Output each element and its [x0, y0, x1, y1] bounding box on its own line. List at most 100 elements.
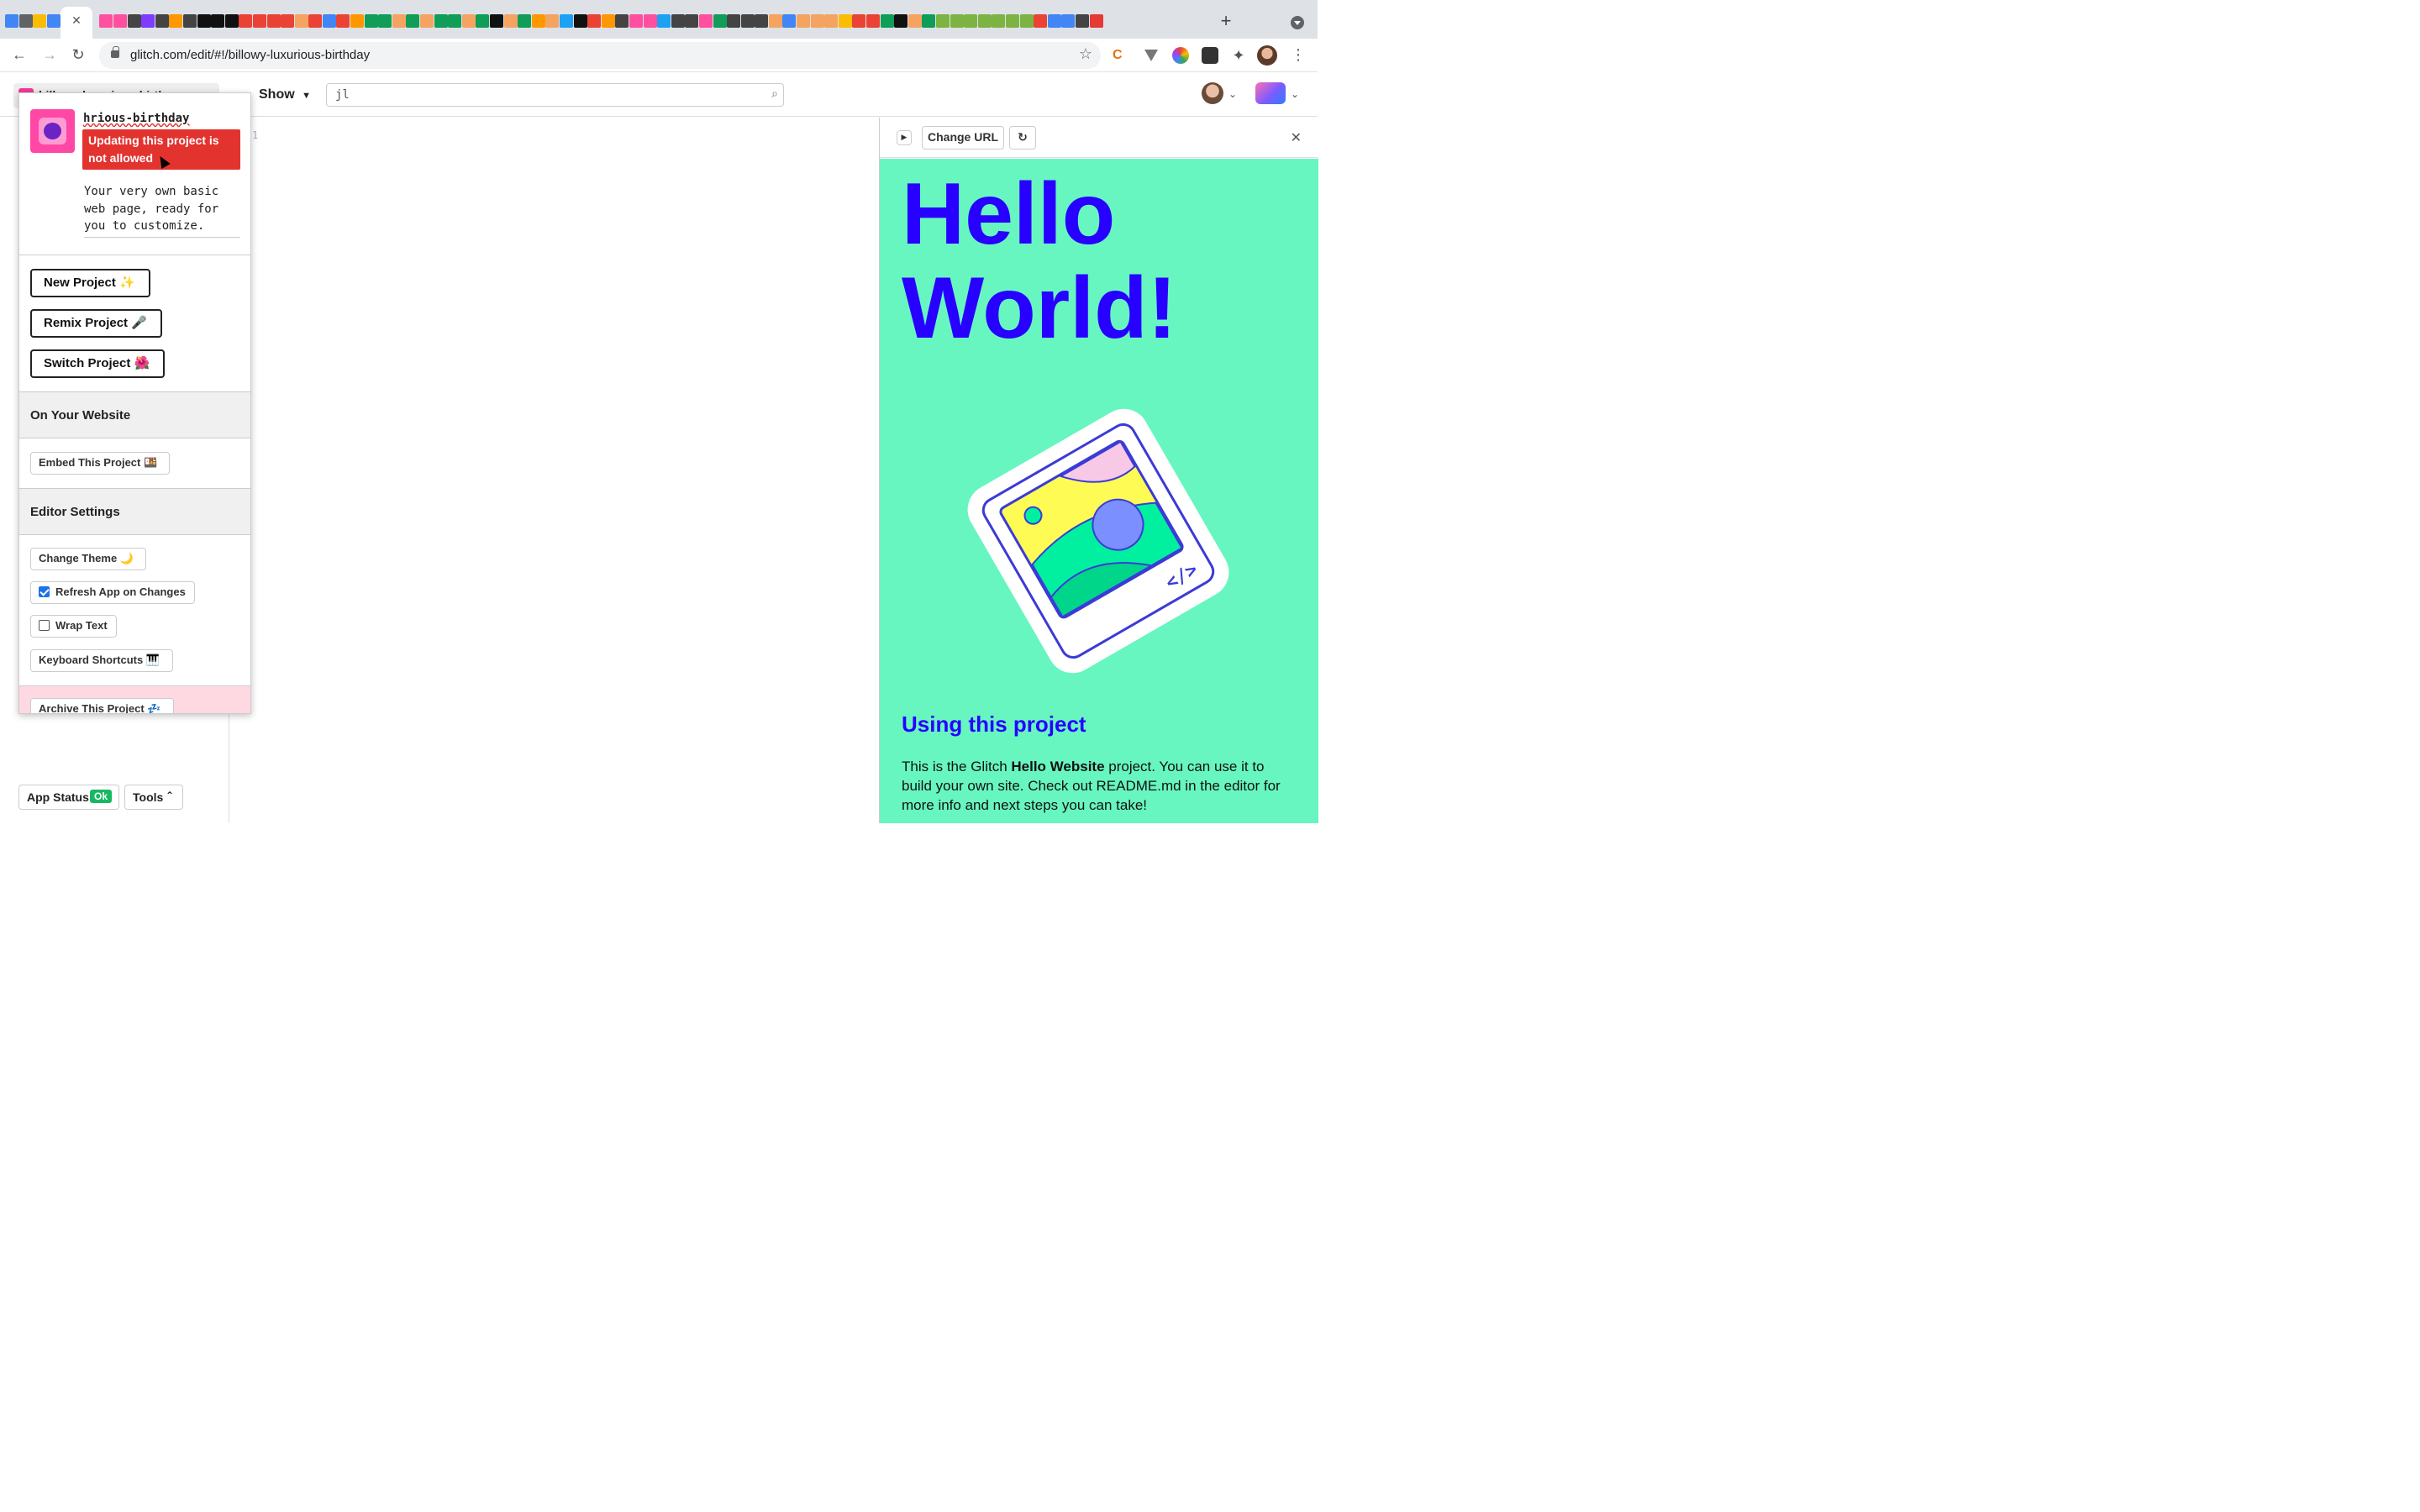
tab-favicon-icon[interactable] [182, 14, 197, 28]
tab-favicon-icon[interactable] [977, 14, 992, 28]
tab-favicon-icon[interactable] [922, 14, 936, 28]
tab-favicon-icon[interactable] [503, 14, 518, 28]
tab-favicon-icon[interactable] [531, 14, 545, 28]
tab-favicon-icon[interactable] [308, 14, 323, 28]
tab-favicon-icon[interactable] [629, 14, 643, 28]
tab-favicon-icon[interactable] [1075, 14, 1089, 28]
project-name-field[interactable]: hrious-birthday [83, 112, 189, 125]
tab-favicon-icon[interactable] [99, 14, 113, 28]
forward-arrow-icon[interactable]: → [40, 45, 59, 64]
address-bar[interactable]: glitch.com/edit/#!/billowy-luxurious-bir… [99, 42, 1101, 69]
tab-favicon-icon[interactable] [797, 14, 811, 28]
tab-favicon-icon[interactable] [239, 14, 253, 28]
extensions-puzzle-icon[interactable]: ✦ [1230, 47, 1247, 64]
tab-favicon-icon[interactable] [545, 14, 560, 28]
tab-favicon-icon[interactable] [740, 14, 755, 28]
tools-button[interactable]: Tools ⌃ [124, 785, 183, 810]
app-status-button[interactable]: App Status Ok [18, 785, 119, 810]
tab-favicon-icon[interactable] [155, 14, 169, 28]
tab-favicon-icon[interactable] [698, 14, 713, 28]
tab-favicon-icon[interactable] [643, 14, 657, 28]
wrap-text-checkbox[interactable] [39, 620, 50, 631]
tab-favicon-icon[interactable] [406, 14, 420, 28]
code-editor[interactable]: 1 [230, 118, 879, 823]
tab-favicon-icon[interactable] [169, 14, 183, 28]
tab-favicon-icon[interactable] [810, 14, 824, 28]
tab-favicon-icon[interactable] [992, 14, 1006, 28]
switch-project-button[interactable]: Switch Project 🌺 [30, 349, 165, 378]
extension-color-wheel-icon[interactable] [1172, 47, 1189, 64]
extension-v-icon[interactable] [1143, 47, 1160, 64]
tab-favicon-icon[interactable] [281, 14, 295, 28]
tab-favicon-icon[interactable] [601, 14, 615, 28]
tab-favicon-icon[interactable] [880, 14, 894, 28]
tab-favicon-icon[interactable] [866, 14, 881, 28]
tab-favicon-icon[interactable] [908, 14, 922, 28]
tab-close-icon[interactable]: ✕ [71, 14, 82, 26]
tab-favicon-icon[interactable] [1061, 14, 1076, 28]
tab-favicon-icon[interactable] [587, 14, 602, 28]
tab-favicon-icon[interactable] [713, 14, 727, 28]
tab-favicon-icon[interactable] [824, 14, 839, 28]
url-text[interactable]: glitch.com/edit/#!/billowy-luxurious-bir… [130, 48, 370, 62]
tab-favicon-icon[interactable] [1089, 14, 1103, 28]
tab-favicon-icon[interactable] [322, 14, 336, 28]
tab-search-icon[interactable] [1291, 16, 1304, 29]
tab-favicon-icon[interactable] [964, 14, 978, 28]
tab-favicon-icon[interactable] [197, 14, 211, 28]
refresh-preview-icon[interactable]: ↻ [1009, 126, 1036, 150]
tab-favicon-icon[interactable] [336, 14, 350, 28]
bookmark-star-icon[interactable]: ☆ [1079, 45, 1092, 63]
tab-favicon-icon[interactable] [434, 14, 448, 28]
wrap-text-toggle[interactable]: Wrap Text [30, 615, 117, 638]
tab-favicon-icon[interactable] [490, 14, 503, 28]
embed-project-button[interactable]: Embed This Project 🍱 [30, 452, 170, 475]
user-menu-chevron-icon[interactable]: ⌄ [1228, 88, 1237, 100]
tab-favicon-icon[interactable] [127, 14, 141, 28]
tab-favicon-icon[interactable] [755, 14, 769, 28]
close-preview-icon[interactable]: ✕ [1291, 129, 1302, 146]
tab-favicon-icon[interactable] [294, 14, 308, 28]
search-icon[interactable]: ⌕ [771, 87, 778, 101]
new-tab-icon[interactable]: + [1218, 12, 1234, 30]
back-arrow-icon[interactable]: ← [10, 45, 29, 64]
tab-favicon-icon[interactable] [852, 14, 866, 28]
project-avatar-image[interactable] [30, 109, 75, 153]
tab-favicon-icon[interactable] [1005, 14, 1019, 28]
tab-favicon-icon[interactable] [559, 14, 573, 28]
tab-favicon-icon[interactable] [461, 14, 476, 28]
tab-favicon-icon[interactable] [1034, 14, 1048, 28]
browser-menu-icon[interactable]: ⋮ [1291, 45, 1306, 64]
extension-dark-c-icon[interactable] [1202, 47, 1218, 64]
archive-project-button[interactable]: Archive This Project 💤 [30, 698, 174, 713]
tab-favicon-icon[interactable] [1019, 14, 1034, 28]
tab-favicon-icon[interactable] [671, 14, 685, 28]
tab-favicon-icon[interactable] [894, 14, 908, 28]
tab-favicon-icon[interactable] [615, 14, 629, 28]
search-input[interactable] [335, 87, 739, 102]
tab-favicon-icon[interactable] [113, 14, 127, 28]
team-menu-chevron-icon[interactable]: ⌄ [1291, 88, 1299, 100]
tab-favicon-icon[interactable] [727, 14, 741, 28]
tab-favicon-icon[interactable] [518, 14, 532, 28]
browser-profile-avatar[interactable] [1257, 45, 1277, 66]
new-project-button[interactable]: New Project ✨ [30, 269, 150, 297]
change-theme-button[interactable]: Change Theme 🌙 [30, 548, 146, 570]
tab-favicon-icon[interactable] [33, 14, 47, 28]
tab-favicon-icon[interactable] [141, 14, 155, 28]
team-avatar[interactable] [1255, 82, 1286, 104]
tab-favicon-icon[interactable] [18, 14, 33, 28]
project-description-field[interactable]: Your very own basic web page, ready for … [84, 183, 240, 238]
tab-favicon-icon[interactable] [224, 14, 239, 28]
tab-favicon-icon[interactable] [657, 14, 671, 28]
tab-favicon-icon[interactable] [47, 14, 61, 28]
tab-favicon-icon[interactable] [378, 14, 392, 28]
tab-favicon-icon[interactable] [5, 14, 19, 28]
tab-favicon-icon[interactable] [266, 14, 281, 28]
tab-favicon-icon[interactable] [448, 14, 462, 28]
refresh-app-checkbox[interactable] [39, 586, 50, 597]
tab-favicon-icon[interactable] [782, 14, 797, 28]
tab-favicon-icon[interactable] [950, 14, 964, 28]
tab-favicon-icon[interactable] [364, 14, 378, 28]
search-box[interactable]: ⌕ [326, 83, 784, 107]
